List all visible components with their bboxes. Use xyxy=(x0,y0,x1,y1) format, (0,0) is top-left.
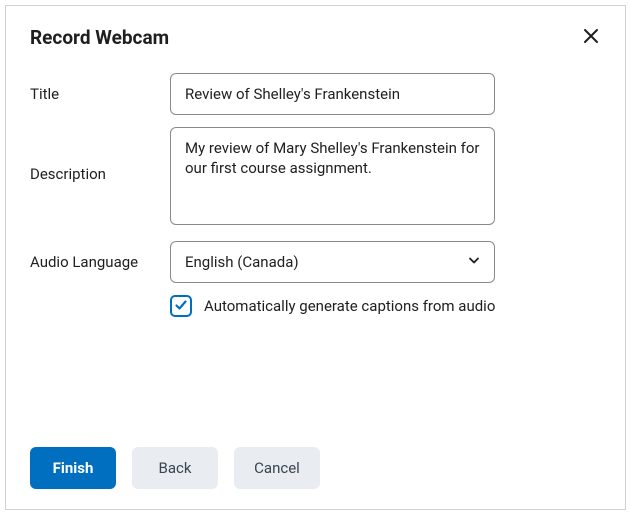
dialog-header: Record Webcam xyxy=(30,26,601,49)
title-row: Title xyxy=(30,73,601,115)
audio-language-label: Audio Language xyxy=(30,253,170,271)
close-button[interactable] xyxy=(581,26,601,46)
audio-language-row: Audio Language English (Canada) xyxy=(30,241,601,283)
audio-language-select[interactable]: English (Canada) xyxy=(170,241,495,283)
form-body: Title Description My review of Mary Shel… xyxy=(30,73,601,431)
dialog-footer: Finish Back Cancel xyxy=(30,431,601,489)
record-webcam-dialog: Record Webcam Title Description My revie… xyxy=(5,5,626,510)
dialog-title: Record Webcam xyxy=(30,26,169,49)
captions-checkbox-label: Automatically generate captions from aud… xyxy=(204,297,495,315)
close-icon xyxy=(583,32,599,47)
captions-checkbox[interactable] xyxy=(170,295,192,317)
cancel-button[interactable]: Cancel xyxy=(234,447,320,489)
back-button[interactable]: Back xyxy=(132,447,218,489)
title-label: Title xyxy=(30,85,170,103)
description-row: Description My review of Mary Shelley's … xyxy=(30,127,601,229)
captions-checkbox-row: Automatically generate captions from aud… xyxy=(170,295,601,317)
checkmark-icon xyxy=(174,297,188,316)
finish-button[interactable]: Finish xyxy=(30,447,116,489)
description-input[interactable]: My review of Mary Shelley's Frankenstein… xyxy=(170,127,495,225)
description-label: Description xyxy=(30,127,170,183)
title-input[interactable] xyxy=(170,73,495,115)
